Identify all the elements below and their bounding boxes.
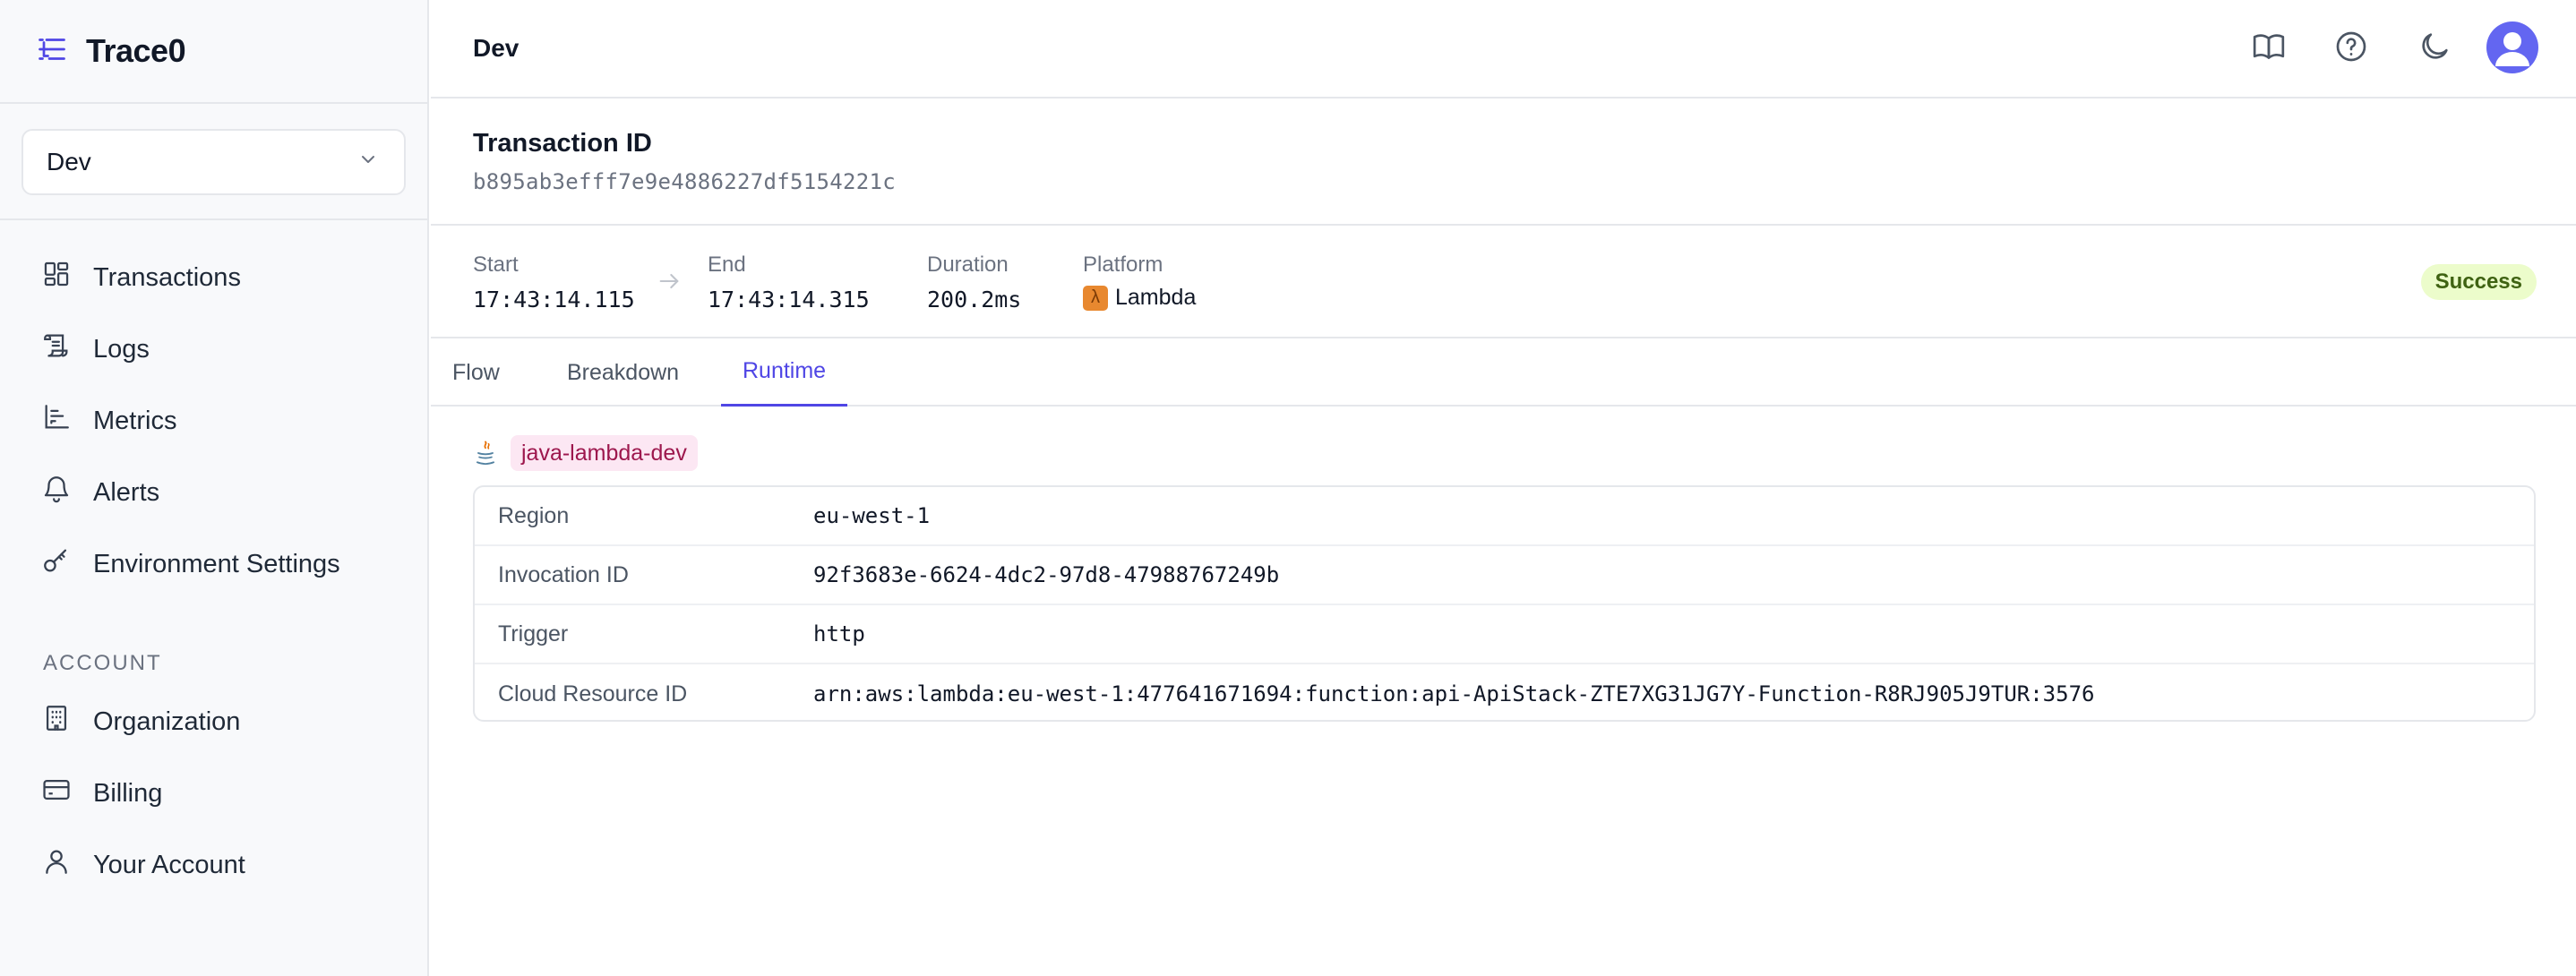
brand-name: Trace0 bbox=[86, 32, 186, 69]
meta-platform: Platform λ Lambda bbox=[1083, 253, 1196, 311]
tab-flow[interactable]: Flow bbox=[431, 338, 521, 407]
sidebar-item-logs[interactable]: Logs bbox=[0, 313, 427, 385]
tab-breakdown[interactable]: Breakdown bbox=[545, 338, 700, 407]
transaction-header: Transaction ID b895ab3efff7e9e4886227df5… bbox=[431, 98, 2576, 226]
sidebar-item-environment-settings[interactable]: Environment Settings bbox=[0, 528, 427, 600]
user-icon bbox=[41, 846, 72, 884]
sidebar-item-organization[interactable]: Organization bbox=[0, 686, 427, 758]
row-value: eu-west-1 bbox=[813, 503, 931, 528]
sidebar-item-label: Environment Settings bbox=[93, 549, 340, 578]
brand[interactable]: Trace0 bbox=[0, 0, 427, 104]
bar-chart-icon bbox=[41, 402, 72, 440]
environment-select[interactable]: Dev bbox=[21, 129, 406, 195]
dashboard-grid-icon bbox=[41, 259, 72, 296]
transaction-id-value: b895ab3efff7e9e4886227df5154221c bbox=[473, 169, 896, 194]
list-logo-icon bbox=[36, 33, 68, 70]
end-label: End bbox=[708, 253, 746, 277]
java-icon bbox=[473, 439, 498, 467]
detail-tabs: Flow Breakdown Runtime bbox=[431, 338, 2576, 407]
sidebar-item-alerts[interactable]: Alerts bbox=[0, 457, 427, 528]
sidebar-item-label: Your Account bbox=[93, 850, 245, 879]
platform-label: Platform bbox=[1083, 253, 1163, 277]
runtime-details-table: Region eu-west-1 Invocation ID 92f3683e-… bbox=[473, 485, 2536, 722]
avatar[interactable] bbox=[2486, 21, 2538, 73]
platform-value: Lambda bbox=[1115, 285, 1197, 310]
bell-icon bbox=[41, 474, 72, 511]
row-key: Trigger bbox=[498, 621, 569, 646]
row-key: Invocation ID bbox=[498, 561, 629, 587]
page-title: Dev bbox=[473, 34, 519, 62]
table-row: Invocation ID 92f3683e-6624-4dc2-97d8-47… bbox=[475, 546, 2534, 605]
tab-runtime[interactable]: Runtime bbox=[721, 338, 848, 407]
row-key: Region bbox=[498, 502, 570, 528]
row-value: arn:aws:lambda:eu-west-1:477641671694:fu… bbox=[813, 681, 2095, 706]
transaction-meta: Start 17:43:14.115 End 17:43:14.315 Dura… bbox=[431, 226, 2576, 338]
chevron-down-icon bbox=[357, 148, 379, 176]
sidebar-item-label: Logs bbox=[93, 334, 150, 364]
sidebar-item-billing[interactable]: Billing bbox=[0, 758, 427, 829]
help-circle-icon[interactable] bbox=[2333, 29, 2369, 64]
service-row: java-lambda-dev bbox=[473, 435, 698, 471]
table-row: Region eu-west-1 bbox=[475, 487, 2534, 546]
transaction-id-label: Transaction ID bbox=[473, 129, 652, 158]
sidebar-item-label: Transactions bbox=[93, 262, 241, 292]
meta-duration: Duration 200.2ms bbox=[927, 253, 1021, 312]
platform-value-wrap: λ Lambda bbox=[1083, 285, 1196, 311]
sidebar-item-label: Alerts bbox=[93, 477, 160, 507]
account-section-label: ACCOUNT bbox=[43, 651, 162, 675]
environment-selector-wrap: Dev bbox=[0, 104, 427, 220]
meta-start: Start 17:43:14.115 bbox=[473, 253, 635, 312]
sidebar-item-label: Metrics bbox=[93, 406, 177, 435]
main-nav: Transactions Logs Metrics Alerts Environ… bbox=[0, 220, 427, 901]
scroll-icon bbox=[41, 330, 72, 368]
lambda-icon: λ bbox=[1083, 285, 1108, 311]
table-row: Trigger http bbox=[475, 605, 2534, 664]
duration-value: 200.2ms bbox=[927, 287, 1022, 312]
row-key: Cloud Resource ID bbox=[498, 681, 688, 706]
sidebar-item-metrics[interactable]: Metrics bbox=[0, 385, 427, 457]
start-label: Start bbox=[473, 253, 519, 277]
arrow-right-icon bbox=[657, 269, 682, 294]
sidebar-item-label: Organization bbox=[93, 706, 241, 736]
start-value: 17:43:14.115 bbox=[473, 287, 635, 312]
duration-label: Duration bbox=[927, 253, 1009, 277]
key-icon bbox=[41, 545, 72, 583]
building-icon bbox=[41, 703, 72, 741]
credit-card-icon bbox=[41, 775, 72, 812]
meta-end: End 17:43:14.315 bbox=[708, 253, 870, 312]
sidebar-item-label: Billing bbox=[93, 778, 163, 808]
service-name-badge[interactable]: java-lambda-dev bbox=[511, 435, 698, 471]
sidebar-item-transactions[interactable]: Transactions bbox=[0, 242, 427, 313]
sidebar-item-your-account[interactable]: Your Account bbox=[0, 829, 427, 901]
status-badge: Success bbox=[2420, 264, 2537, 300]
moon-icon[interactable] bbox=[2417, 29, 2452, 64]
sidebar: Trace0 Dev Transactions Logs Metrics Ale… bbox=[0, 0, 429, 976]
end-value: 17:43:14.315 bbox=[708, 287, 870, 312]
book-icon[interactable] bbox=[2251, 29, 2287, 64]
row-value: http bbox=[813, 621, 865, 646]
row-value: 92f3683e-6624-4dc2-97d8-47988767249b bbox=[813, 562, 1280, 587]
environment-value: Dev bbox=[47, 148, 91, 176]
table-row: Cloud Resource ID arn:aws:lambda:eu-west… bbox=[475, 664, 2534, 720]
